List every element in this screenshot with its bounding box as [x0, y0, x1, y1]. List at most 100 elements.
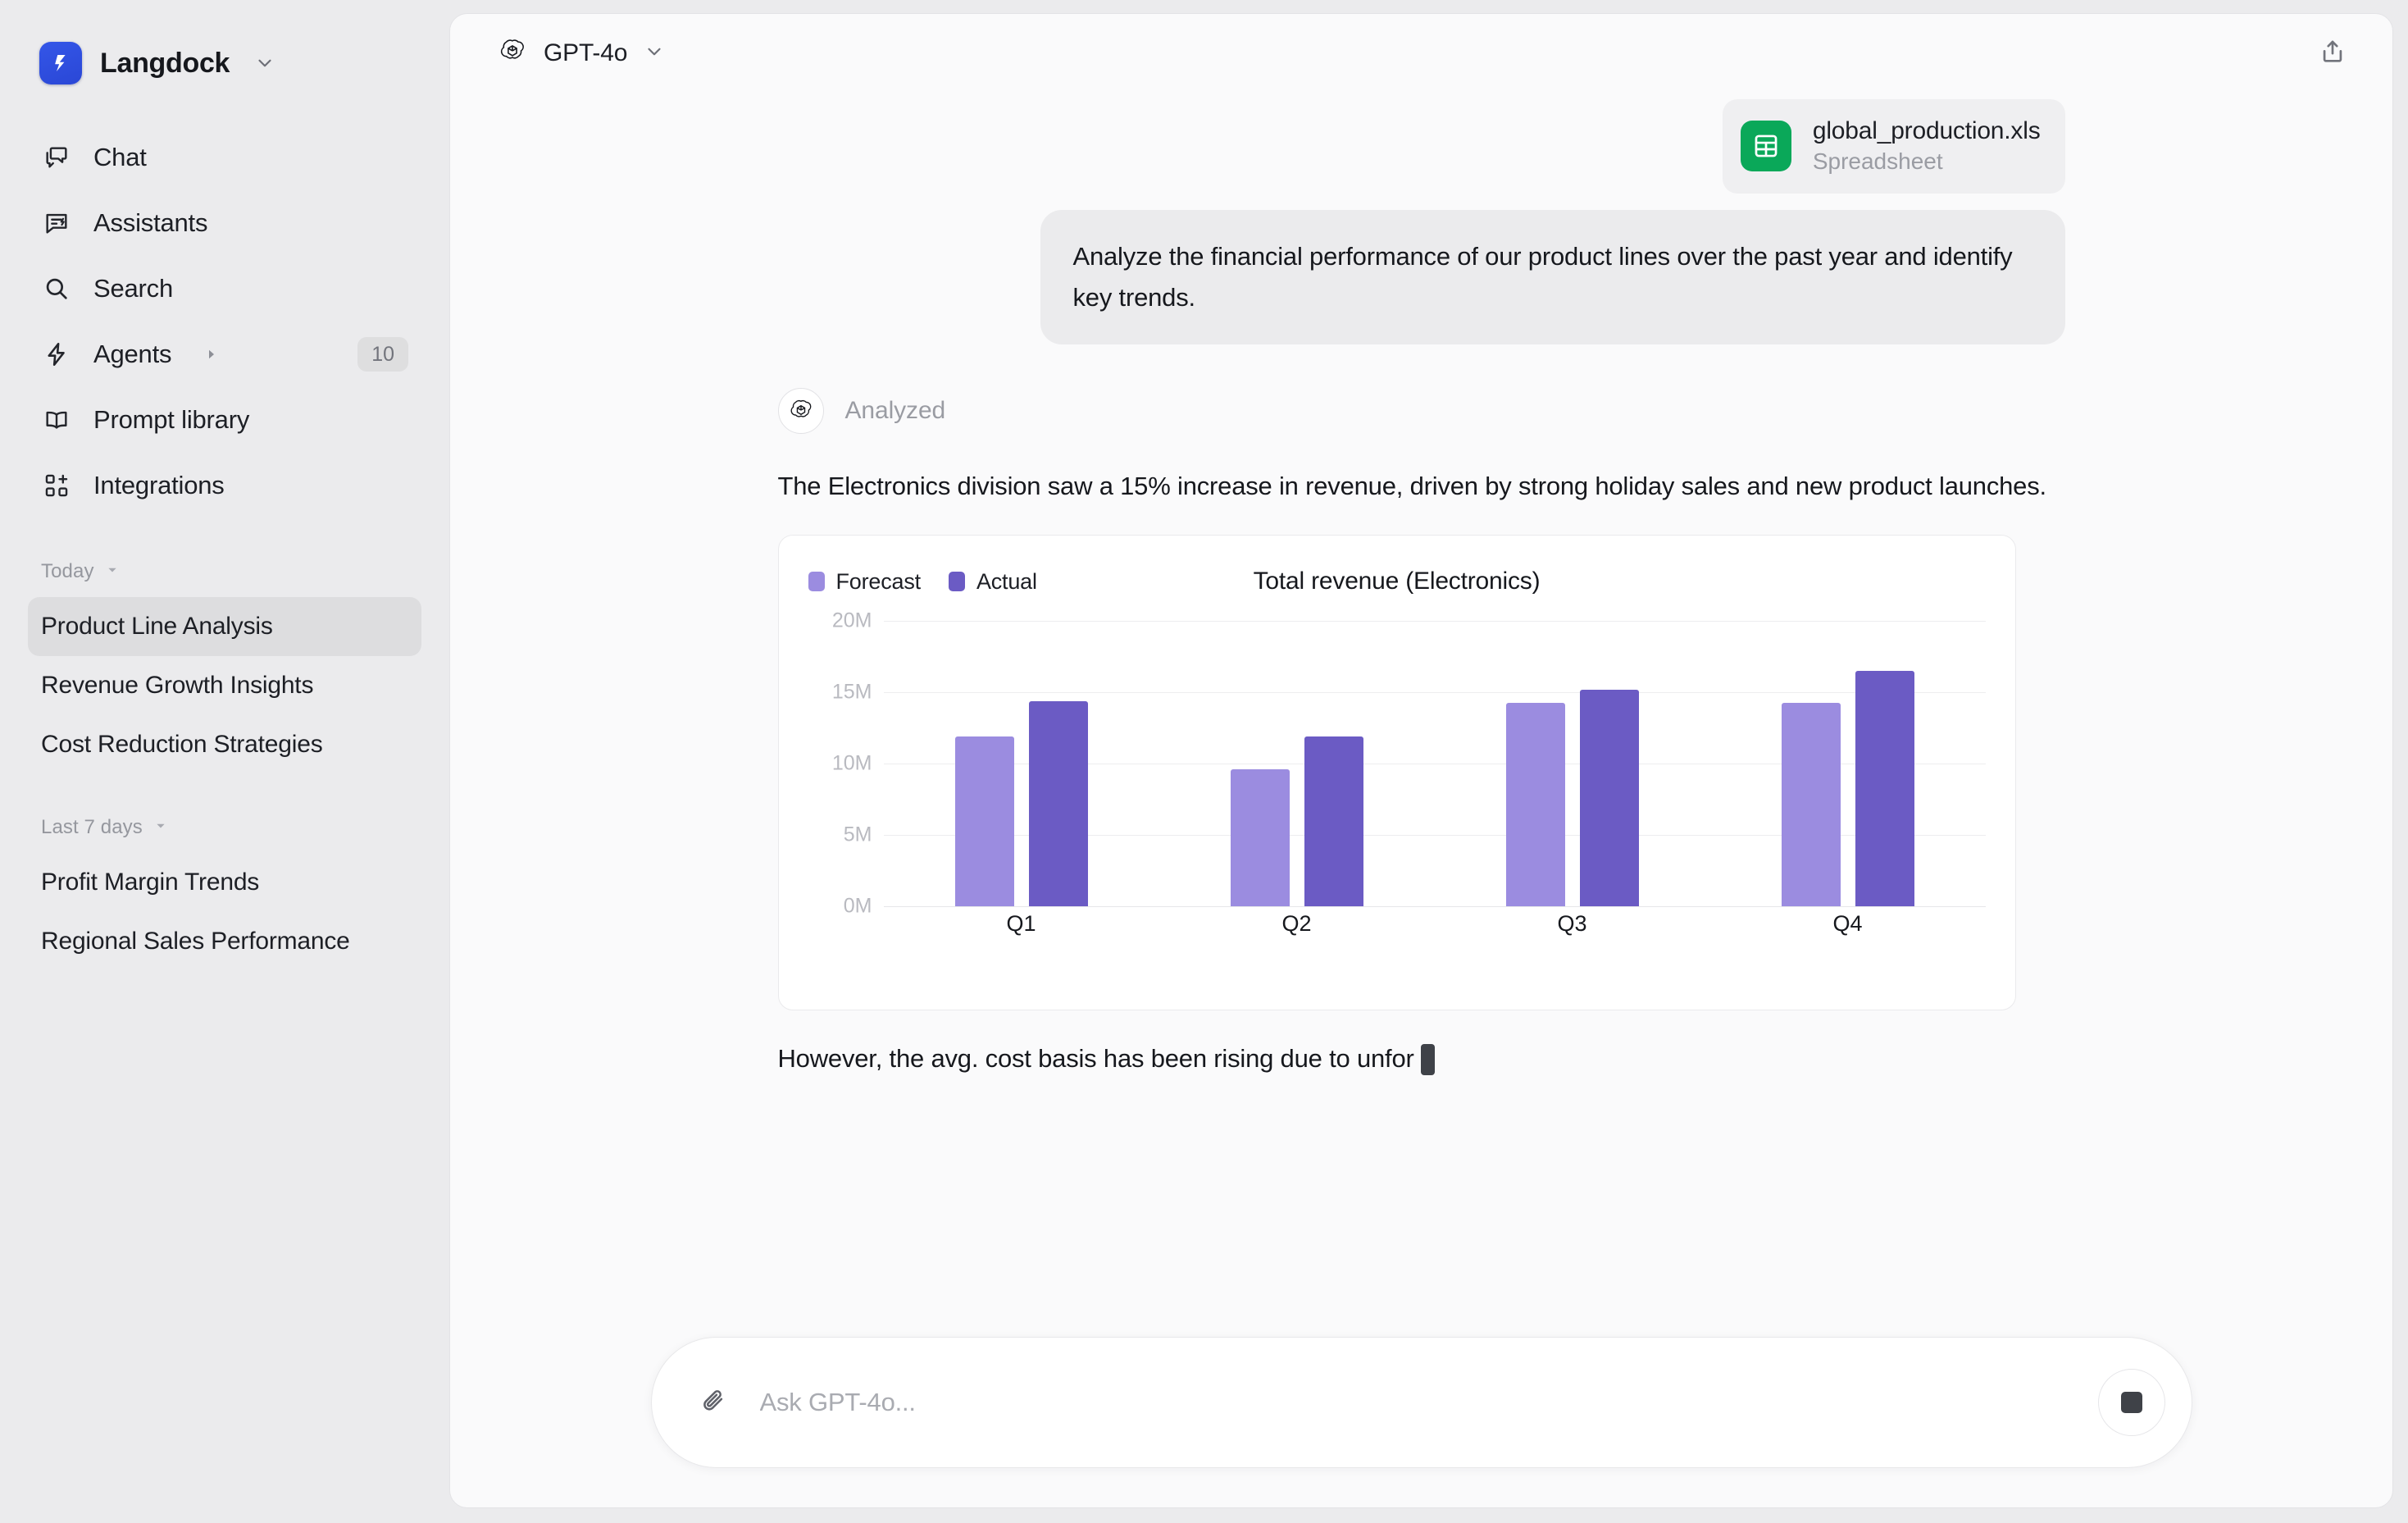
chat-bubbles-icon: [41, 142, 72, 173]
conversation-title: Cost Reduction Strategies: [41, 731, 323, 758]
sidebar-item-label: Chat: [93, 143, 147, 171]
conversation-item-regional-sales-performance[interactable]: Regional Sales Performance: [28, 912, 421, 971]
chart-plot: 20M 15M 10M 5M 0M Q1 Q2 Q3 Q4: [808, 609, 1986, 941]
assistant-header: Analyzed: [777, 387, 2065, 435]
x-axis-tick-label: Q1: [1006, 910, 1036, 936]
legend-item-forecast: Forecast: [808, 569, 921, 595]
sidebar-item-agents[interactable]: Agents 10: [28, 321, 421, 387]
caret-down-icon[interactable]: [106, 563, 119, 581]
spreadsheet-icon: [1740, 121, 1791, 172]
sidebar-item-label: Prompt library: [93, 405, 250, 434]
stop-square-icon: [2120, 1392, 2142, 1413]
assistant-paragraph: The Electronics division saw a 15% incre…: [777, 472, 2047, 501]
conversation-title: Regional Sales Performance: [41, 928, 350, 955]
caret-right-icon[interactable]: [204, 347, 219, 362]
attachment-row: global_production.xls Spreadsheet: [778, 99, 2065, 194]
book-open-icon: [41, 404, 72, 435]
chart-y-axis: 20M 15M 10M 5M 0M: [808, 609, 884, 918]
chart-bars: [884, 621, 1986, 907]
composer-area: [450, 1337, 2392, 1507]
chart-header: Forecast Actual Total revenue (Electroni…: [808, 563, 1986, 600]
caret-down-icon[interactable]: [154, 819, 167, 837]
legend-label: Forecast: [835, 568, 922, 594]
legend-swatch: [808, 572, 825, 592]
attach-file-button[interactable]: [690, 1379, 737, 1426]
x-axis-tick-label: Q2: [1281, 910, 1312, 936]
conversation-item-cost-reduction-strategies[interactable]: Cost Reduction Strategies: [28, 715, 421, 774]
sidebar-item-prompt-library[interactable]: Prompt library: [28, 387, 421, 453]
x-axis-tick-label: Q4: [1832, 910, 1863, 936]
message-thread: global_production.xls Spreadsheet Analyz…: [450, 93, 2392, 1337]
x-axis-tick-label: Q3: [1557, 910, 1587, 936]
sidebar-item-label: Agents: [93, 340, 172, 368]
bar-group-q4: [1781, 621, 1914, 907]
attachment-filetype: Spreadsheet: [1812, 148, 1943, 175]
group-title: Today: [41, 560, 94, 582]
workspace-switcher[interactable]: Langdock: [28, 31, 421, 95]
sidebar-item-integrations[interactable]: Integrations: [28, 453, 421, 518]
sidebar-item-search[interactable]: Search: [28, 256, 421, 321]
conversation-title: Profit Margin Trends: [41, 869, 260, 896]
sidebar-item-assistants[interactable]: Assistants: [28, 190, 421, 256]
user-message-row: Analyze the financial performance of our…: [778, 209, 2065, 345]
user-message-text: Analyze the financial performance of our…: [1072, 241, 2013, 312]
openai-logo-icon: [498, 37, 527, 71]
text-caret-block: [1420, 1043, 1435, 1075]
bar-forecast-q3: [1505, 702, 1565, 907]
conversation-item-product-line-analysis[interactable]: Product Line Analysis: [28, 597, 421, 656]
bar-actual-q1: [1028, 700, 1088, 907]
bar-forecast-q4: [1781, 702, 1841, 907]
attachment-filename: global_production.xls: [1812, 117, 2041, 144]
sidebar-item-chat[interactable]: Chat: [28, 125, 421, 190]
paperclip-icon: [699, 1387, 727, 1419]
y-axis-tick-label: 15M: [831, 680, 872, 704]
sidebar-item-label: Search: [93, 274, 174, 303]
legend-swatch: [948, 572, 965, 592]
chart-x-axis: Q1 Q2 Q3 Q4: [884, 906, 1986, 941]
y-axis-tick-label: 0M: [843, 894, 872, 918]
assistant-body: The Electronics division saw a 15% incre…: [777, 466, 2065, 1079]
bar-actual-q3: [1579, 689, 1639, 907]
grid-plus-icon: [41, 470, 72, 501]
y-axis-tick-label: 10M: [831, 751, 872, 775]
chart-legend: Forecast Actual: [808, 569, 1037, 595]
bar-forecast-q2: [1230, 769, 1290, 907]
bar-forecast-q1: [954, 736, 1014, 907]
chevron-down-icon: [644, 41, 665, 66]
assistant-bubble-icon: [41, 207, 72, 239]
bar-group-q2: [1230, 621, 1363, 907]
bar-group-q1: [954, 621, 1088, 907]
bar-actual-q4: [1855, 671, 1914, 907]
composer[interactable]: [650, 1337, 2192, 1468]
share-upload-icon: [2319, 38, 2347, 70]
chart-card: Forecast Actual Total revenue (Electroni…: [777, 535, 2016, 1011]
app-root: Langdock Chat Assistants Search Agents 1…: [0, 0, 2408, 1523]
stop-generating-button[interactable]: [2097, 1369, 2165, 1436]
chat-input[interactable]: [759, 1388, 2098, 1417]
share-button[interactable]: [2307, 28, 2358, 79]
conversation-group-header-today[interactable]: Today: [41, 554, 421, 589]
legend-label: Actual: [976, 568, 1037, 594]
top-bar: GPT-4o: [450, 14, 2392, 93]
chevron-down-icon: [254, 52, 275, 74]
bar-actual-q2: [1304, 736, 1363, 907]
legend-item-actual: Actual: [948, 568, 1037, 595]
primary-nav: Chat Assistants Search Agents 10 Prompt …: [28, 125, 421, 518]
agents-count-badge: 10: [357, 337, 408, 372]
conversation-item-profit-margin-trends[interactable]: Profit Margin Trends: [28, 853, 421, 912]
workspace-name: Langdock: [100, 47, 230, 79]
y-axis-tick-label: 5M: [843, 823, 872, 846]
model-selector[interactable]: GPT-4o: [486, 28, 680, 79]
assistant-status: Analyzed: [844, 397, 946, 425]
user-message-bubble: Analyze the financial performance of our…: [1040, 209, 2065, 345]
conversation-item-revenue-growth-insights[interactable]: Revenue Growth Insights: [28, 656, 421, 715]
conversation-group-header-last-7-days[interactable]: Last 7 days: [41, 810, 421, 845]
model-name: GPT-4o: [544, 39, 628, 66]
group-title: Last 7 days: [41, 816, 143, 838]
conversation-title: Product Line Analysis: [41, 613, 273, 640]
main-panel: GPT-4o global_production.xls Spreadsheet…: [449, 13, 2393, 1508]
lightning-bolt-icon: [41, 339, 72, 370]
sidebar: Langdock Chat Assistants Search Agents 1…: [0, 0, 449, 1523]
attachment-card[interactable]: global_production.xls Spreadsheet: [1722, 99, 2065, 194]
langdock-logo-icon: [39, 42, 82, 84]
